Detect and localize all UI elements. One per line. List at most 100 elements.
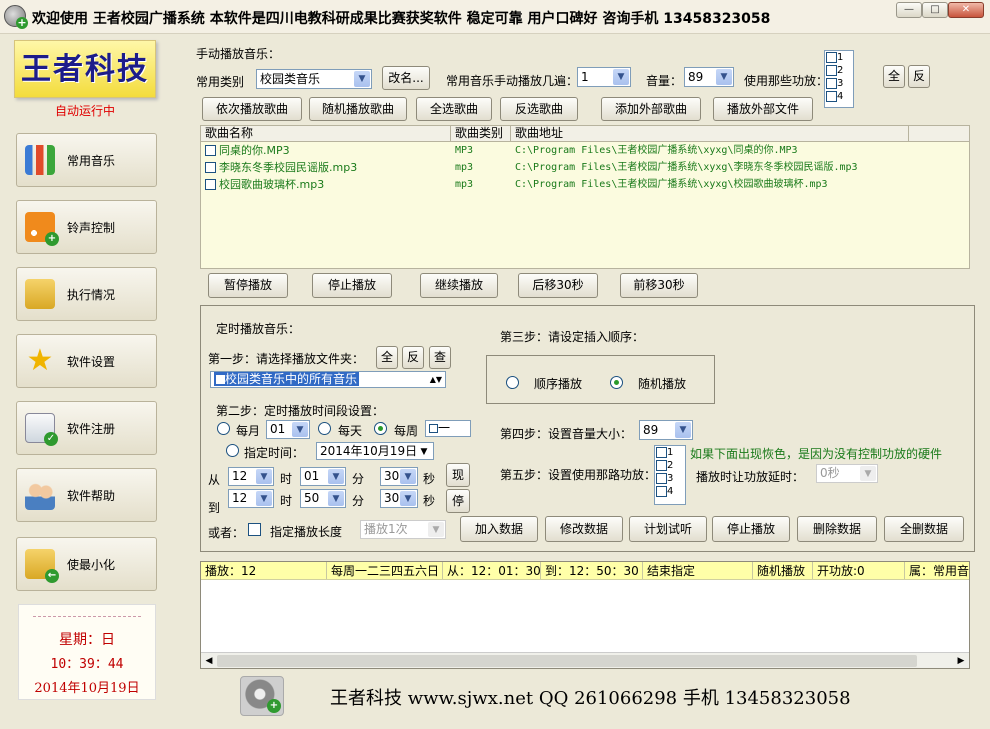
repeat-select[interactable]: 1 ▼ (577, 67, 631, 87)
table-row[interactable]: 校园歌曲玻璃杯.mp3 mp3 C:\Program Files\王者校园广播系… (201, 176, 969, 193)
function-checkbox[interactable] (826, 51, 837, 63)
category-select[interactable]: 校园类音乐 ▼ (256, 69, 372, 89)
schedule-table[interactable]: 播放：12 每周一二三四五六日 从：12：01：30 到：12：50：30 结束… (200, 561, 970, 669)
step5-label: 第五步：设置使用那路功放： (500, 468, 657, 482)
amp-checklist[interactable]: 1 2 3 4 (654, 445, 686, 505)
pause-button[interactable]: 暂停播放 (208, 273, 288, 298)
brand-logo: 王者科技 (14, 40, 156, 98)
delay-select[interactable]: 0秒 ▼ (816, 464, 878, 483)
random-order-radio[interactable] (610, 376, 623, 389)
column-header[interactable]: 歌曲地址 (511, 126, 909, 141)
daily-radio[interactable] (318, 422, 331, 435)
folder-list[interactable]: 校园类音乐中的所有音乐 ▲▼ (210, 371, 446, 388)
table-row[interactable]: 同桌的你.MP3 MP3 C:\Program Files\王者校园广播系统\x… (201, 142, 969, 159)
nav-minimize[interactable]: ← 使最小化 (16, 537, 157, 591)
nav-help[interactable]: 软件帮助 (16, 468, 157, 522)
nav-settings[interactable]: ★ 软件设置 (16, 334, 157, 388)
rss-bell-icon: + (25, 212, 59, 246)
weekly-day-list[interactable]: 一 (425, 420, 471, 437)
folder-checkbox[interactable] (216, 375, 225, 384)
nav-execution[interactable]: 执行情况 (16, 267, 157, 321)
to-second-select[interactable]: 30 ▼ (380, 489, 418, 508)
select-all-songs-button[interactable]: 全选歌曲 (416, 97, 492, 121)
calendar-weekday: 星期：日 (59, 632, 115, 648)
row-checkbox[interactable] (205, 162, 216, 173)
to-minute-select[interactable]: 50 ▼ (300, 489, 346, 508)
specific-date-picker[interactable]: 2014年10月19日 ▼ (316, 442, 434, 460)
column-header[interactable]: 歌曲类别 (451, 126, 511, 141)
stop-button[interactable]: 停止播放 (312, 273, 392, 298)
function-checkbox[interactable] (826, 77, 837, 89)
amp-checkbox[interactable] (656, 459, 667, 471)
from-minute-select[interactable]: 01 ▼ (300, 467, 346, 486)
play-external-file-button[interactable]: 播放外部文件 (713, 97, 813, 121)
add-external-song-button[interactable]: 添加外部歌曲 (601, 97, 701, 121)
set-now-button[interactable]: 现 (446, 463, 470, 487)
set-stop-button[interactable]: 停 (446, 489, 470, 513)
delete-all-data-button[interactable]: 全删数据 (884, 516, 964, 542)
duration-select[interactable]: 播放1次 ▼ (360, 520, 446, 539)
table-row[interactable]: 李晓东冬季校园民谣版.mp3 mp3 C:\Program Files\王者校园… (201, 159, 969, 176)
row-checkbox[interactable] (205, 145, 216, 156)
function-checkbox[interactable] (826, 90, 837, 102)
amp-checkbox[interactable] (656, 446, 667, 458)
weekly-radio[interactable] (374, 422, 387, 435)
edit-data-button[interactable]: 修改数据 (545, 516, 623, 542)
folder-select-all-button[interactable]: 全 (376, 346, 398, 369)
duration-checkbox[interactable] (248, 523, 261, 536)
nav-register[interactable]: ✓ 软件注册 (16, 401, 157, 455)
add-data-button[interactable]: 加入数据 (460, 516, 538, 542)
preview-plan-button[interactable]: 计划试听 (629, 516, 707, 542)
table-cell: 播放：12 (201, 562, 327, 579)
chevron-down-icon: ▼ (675, 422, 691, 438)
minimize-button[interactable]: — (896, 2, 922, 18)
duration-label: 指定播放长度 (270, 525, 343, 539)
delete-data-button[interactable]: 删除数据 (797, 516, 877, 542)
stop-play-button[interactable]: 停止播放 (712, 516, 790, 542)
monthly-day-select[interactable]: 01 ▼ (266, 420, 310, 439)
schedule-volume-select[interactable]: 89 ▼ (639, 420, 693, 440)
skip-forward-30-button[interactable]: 前移30秒 (620, 273, 698, 298)
sequential-order-radio[interactable] (506, 376, 519, 389)
specific-time-radio[interactable] (226, 444, 239, 457)
nav-common-music[interactable]: 常用音乐 (16, 133, 157, 187)
invert-function-button[interactable]: 反 (908, 65, 930, 88)
folder-query-button[interactable]: 查 (429, 346, 451, 369)
chevron-down-icon: ▼ (328, 469, 344, 484)
step4-label: 第四步：设置音量大小： (500, 427, 633, 441)
amp-checkbox[interactable] (656, 472, 667, 484)
scroll-left-icon[interactable]: ◀ (201, 653, 217, 669)
rename-button[interactable]: 改名... (382, 66, 430, 90)
title-bar: 欢迎使用 王者校园广播系统 本软件是四川电教科研成果比赛获奖软件 稳定可靠 用户… (0, 0, 990, 34)
row-checkbox[interactable] (205, 179, 216, 190)
weekly-label: 每周 (394, 424, 419, 438)
select-all-function-button[interactable]: 全 (883, 65, 905, 88)
volume-select[interactable]: 89 ▼ (684, 67, 734, 87)
song-table[interactable]: 歌曲名称 歌曲类别 歌曲地址 同桌的你.MP3 MP3 C:\Program F… (200, 125, 970, 269)
scroll-right-icon[interactable]: ▶ (953, 653, 969, 669)
amp-checkbox[interactable] (656, 485, 667, 497)
nav-bell-control[interactable]: + 铃声控制 (16, 200, 157, 254)
folder-invert-button[interactable]: 反 (402, 346, 424, 369)
function-checklist[interactable]: 1 2 3 4 (824, 50, 854, 108)
column-header[interactable]: 歌曲名称 (201, 126, 451, 141)
skip-back-30-button[interactable]: 后移30秒 (518, 273, 598, 298)
from-second-select[interactable]: 30 ▼ (380, 467, 418, 486)
play-random-button[interactable]: 随机播放歌曲 (309, 97, 407, 121)
minimize-folder-icon: ← (25, 549, 59, 583)
to-hour-select[interactable]: 12 ▼ (228, 489, 274, 508)
weekday-checkbox[interactable] (429, 424, 438, 433)
resume-button[interactable]: 继续播放 (420, 273, 498, 298)
from-hour-select[interactable]: 12 ▼ (228, 467, 274, 486)
hour-label: 时 (280, 494, 293, 508)
invert-songs-button[interactable]: 反选歌曲 (500, 97, 578, 121)
maximize-button[interactable]: □ (922, 2, 948, 18)
function-checkbox[interactable] (826, 64, 837, 76)
chevron-down-icon: ▼ (256, 491, 272, 506)
close-button[interactable]: ✕ (948, 2, 984, 18)
play-sequential-button[interactable]: 依次播放歌曲 (202, 97, 302, 121)
scroll-thumb[interactable] (217, 655, 917, 667)
horizontal-scrollbar[interactable]: ◀ ▶ (201, 652, 969, 668)
table-row[interactable]: 播放：12 每周一二三四五六日 从：12：01：30 到：12：50：30 结束… (201, 562, 969, 580)
monthly-radio[interactable] (217, 422, 230, 435)
